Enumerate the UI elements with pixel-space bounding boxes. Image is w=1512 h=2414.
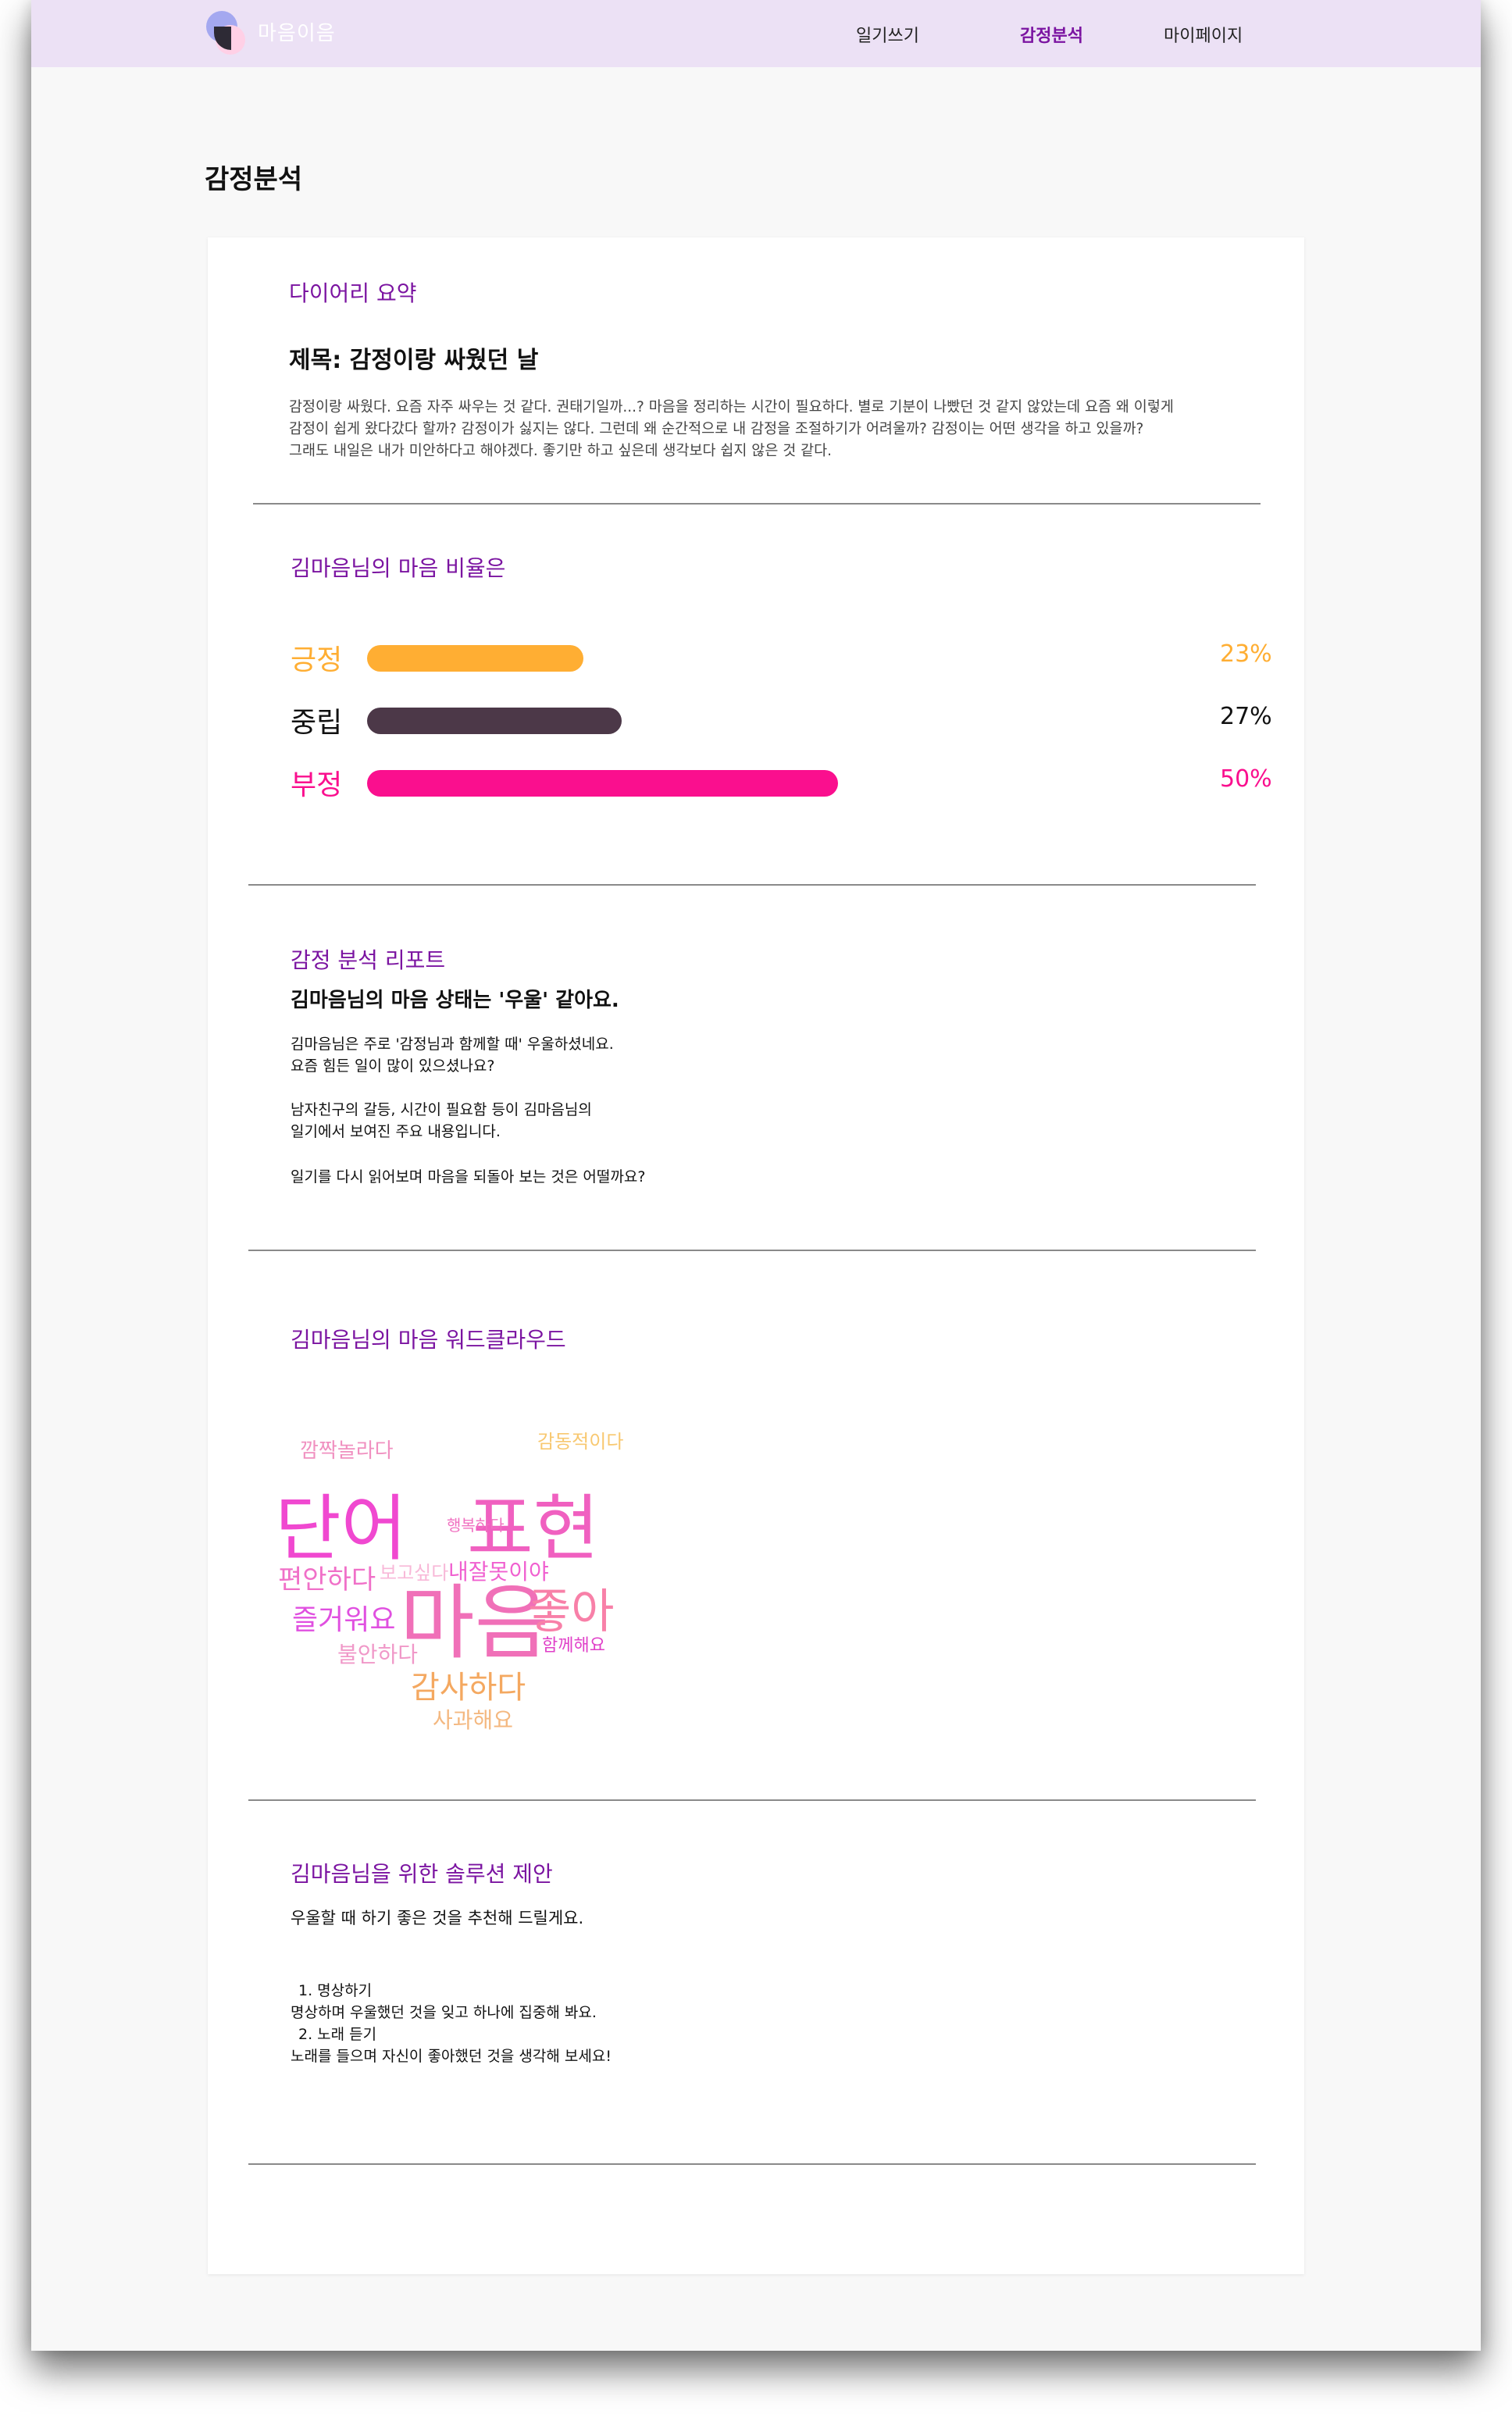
diary-summary-line: 감정이 쉽게 왔다갔다 할까? 감정이가 싫지는 않다. 그런데 왜 순간적으로… [289,421,1144,437]
solution-intro: 우울할 때 하기 좋은 것을 추천해 드릴게요. [291,1909,584,1927]
wordcloud-image: 단어 표현 마음 좋아 감사하다 편안하다 즐거워요 깜짝놀라다 내잘못이야 불… [275,1431,623,1733]
diary-summary-line: 감정이랑 싸웠다. 요즘 자주 싸우는 것 같다. 권태기일까...? 마음을 … [289,399,1174,415]
divider [248,1250,1256,1251]
wordcloud-word: 사과해요 [433,1707,513,1733]
neutral-percent: 27% [1220,703,1272,730]
wordcloud-word: 내잘못이야 [448,1559,549,1585]
summary-section-title: 다이어리 요약 [289,280,417,306]
wordcloud-word: 깜짝놀라다 [300,1439,394,1463]
analysis-card: 다이어리 요약 제목: 감정이랑 싸웠던 날 감정이랑 싸웠다. 요즘 자주 싸… [208,237,1304,2274]
nav-mypage[interactable]: 마이페이지 [1164,22,1243,47]
logo-icon[interactable] [201,9,248,58]
neutral-bar [367,708,622,734]
report-line: 남자친구의 갈등, 시간이 필요함 등이 김마음님의 [291,1101,592,1118]
positive-label: 긍정 [291,644,343,676]
wordcloud-word: 불안하다 [337,1642,418,1667]
wordcloud-word: 감동적이다 [537,1431,623,1453]
wordcloud-word: 함께해요 [542,1636,605,1656]
brand-name[interactable]: 마음이음 [258,17,336,46]
wordcloud-section-title: 김마음님의 마음 워드클라우드 [291,1327,566,1353]
nav-write-diary[interactable]: 일기쓰기 [856,22,919,47]
diary-title: 제목: 감정이랑 싸웠던 날 [289,347,539,374]
wordcloud-word: 편안하다 [278,1564,376,1596]
diary-summary-line: 그래도 내일은 내가 미안하다고 해야겠다. 좋기만 하고 싶은데 생각보다 쉽… [289,443,833,459]
top-navbar: 마음이음 일기쓰기 감정분석 마이페이지 [31,0,1481,67]
report-line: 요즘 힘든 일이 많이 있으셨나요? [291,1057,495,1075]
solution-item-title: 1. 명상하기 [298,1982,373,1999]
wordcloud-word: 행복하다 [447,1516,505,1535]
solution-item-title: 2. 노래 듣기 [298,2026,377,2043]
wordcloud-word: 마음 [400,1575,549,1671]
nav-emotion-analysis[interactable]: 감정분석 [1020,22,1083,47]
ratio-section-title: 김마음님의 마음 비율은 [291,555,506,581]
wordcloud-word: 즐거워요 [292,1604,395,1636]
wordcloud-word: 좋아 [528,1585,614,1639]
divider [248,2163,1256,2165]
wordcloud-word: 단어 [275,1487,407,1571]
report-line: 일기를 다시 읽어보며 마음을 되돌아 보는 것은 어떨까요? [291,1168,646,1186]
neutral-label: 중립 [291,707,343,739]
report-headline: 김마음님의 마음 상태는 '우울' 같아요. [291,989,619,1012]
divider [253,503,1261,505]
report-line: 일기에서 보여진 주요 내용입니다. [291,1123,501,1140]
positive-percent: 23% [1220,640,1272,668]
negative-label: 부정 [291,769,343,801]
positive-bar [367,645,583,672]
app-window: 마음이음 일기쓰기 감정분석 마이페이지 감정분석 다이어리 요약 제목: 감정… [31,0,1481,2351]
report-section-title: 감정 분석 리포트 [291,947,446,973]
divider [248,1799,1256,1801]
diary-summary-text: 감정이랑 싸웠다. 요즘 자주 싸우는 것 같다. 권태기일까...? 마음을 … [289,397,1257,462]
report-line: 김마음님은 주로 '감정님과 함께할 때' 우울하셨네요. [291,1036,614,1053]
wordcloud-word: 감사하다 [411,1670,526,1706]
wordcloud-word: 보고싶다 [380,1562,448,1584]
negative-bar [367,770,838,797]
solution-item-desc: 노래를 들으며 자신이 좋아했던 것을 생각해 보세요! [291,2048,612,2065]
negative-percent: 50% [1220,765,1272,793]
divider [248,884,1256,886]
solution-section-title: 김마음님을 위한 솔루션 제안 [291,1861,553,1887]
page-title: 감정분석 [205,164,303,195]
solution-item-desc: 명상하며 우울했던 것을 잊고 하나에 집중해 봐요. [291,2004,597,2021]
